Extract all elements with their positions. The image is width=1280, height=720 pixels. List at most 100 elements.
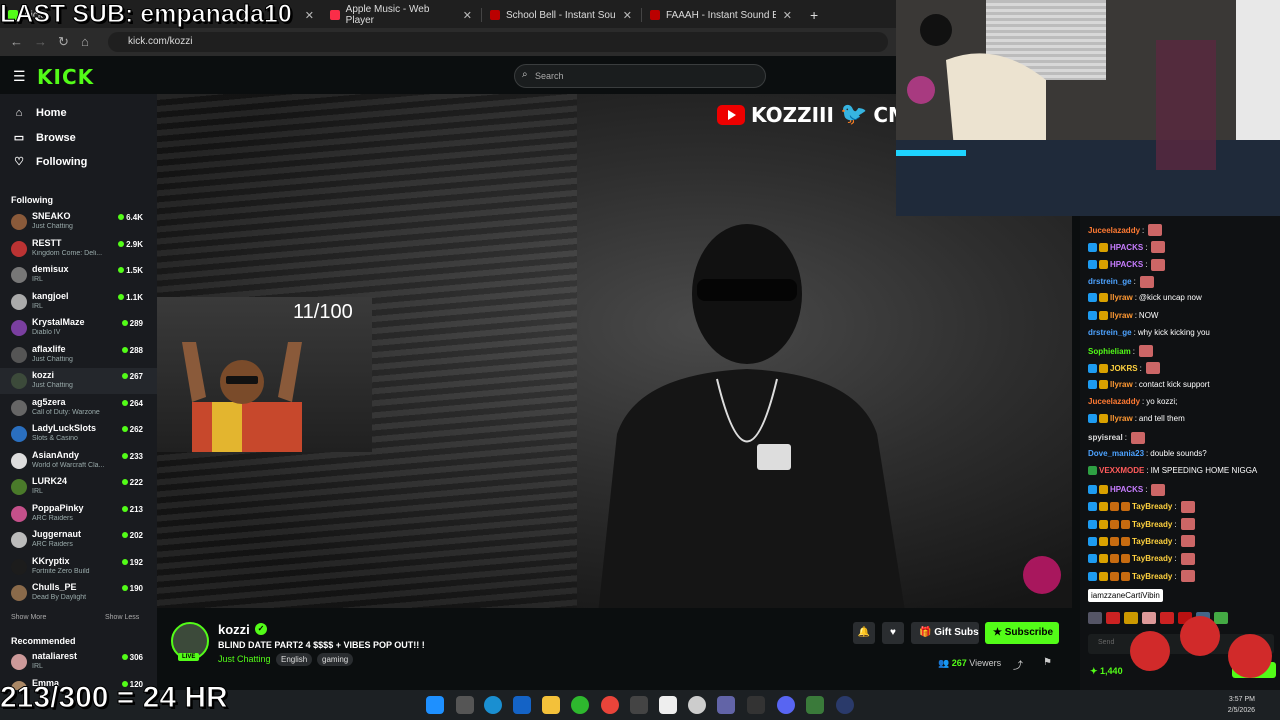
streamer-name[interactable]: kozzi [218,622,250,637]
follow-heart-button[interactable]: ♥ [882,622,904,644]
chat-username[interactable]: Juceelazaddy [1088,397,1140,406]
chat-username[interactable]: TayBready [1132,520,1172,529]
chat-username[interactable]: HPACKS [1110,243,1143,252]
chat-separator: : [1132,346,1135,356]
sidebar-channel-ladyluckslots[interactable]: LadyLuckSlots Slots & Casino 262 [0,421,157,447]
sidebar-channel-sneako[interactable]: SNEAKO Just Chatting 6.4K [0,209,157,235]
tag-english[interactable]: English [276,653,313,666]
outlook-icon[interactable] [513,696,531,714]
nav-home[interactable]: ⌂ Home [12,107,67,119]
tab-faaah[interactable]: FAAAH - Instant Sound Effect B ✕ [642,4,800,26]
sidebar-channel-aflaxlife[interactable]: aflaxlife Just Chatting 288 [0,342,157,368]
chat-username[interactable]: TayBready [1132,537,1172,546]
chat-username[interactable]: TayBready [1132,502,1172,511]
chat-username[interactable]: drstrein_ge [1088,277,1132,286]
sidebar-channel-krystalmaze[interactable]: KrystalMaze Diablo IV 289 [0,315,157,341]
new-tab-button[interactable]: + [802,4,822,26]
sidebar-channel-kangjoel[interactable]: kangjoel IRL 1.1K [0,289,157,315]
chat-username[interactable]: llyraw [1110,414,1133,423]
start-icon[interactable] [426,696,444,714]
system-clock[interactable]: 3:57 PM 2/5/2026 [1217,694,1255,716]
sidebar-channel-asianandy[interactable]: AsianAndy World of Warcraft Cla... 233 [0,448,157,474]
chat-username[interactable]: llyraw [1110,311,1133,320]
search-placeholder: Search [535,71,564,81]
xbox-icon[interactable] [571,696,589,714]
show-more-link[interactable]: Show More [11,614,46,621]
close-icon[interactable]: ✕ [783,9,792,22]
badge-icon [1088,571,1097,581]
chat-separator: : [1145,260,1148,270]
channel-viewers: 233 [121,452,143,461]
chat-username[interactable]: HPACKS [1110,485,1143,494]
task-view-icon[interactable] [456,696,474,714]
chat-username[interactable]: Juceelazaddy [1088,226,1140,235]
badge-icon [1099,536,1108,546]
chat-username[interactable]: spyisreal [1088,433,1123,442]
badge-icon [1088,466,1097,476]
stream-category[interactable]: Just Chatting [218,654,271,664]
search-input[interactable]: ⌕ Search [514,64,766,88]
chat-username[interactable]: TayBready [1132,572,1172,581]
channel-name: LadyLuckSlots [32,423,97,433]
channel-name: aflaxlife [32,343,66,354]
subscribe-button[interactable]: ★ Subscribe [985,622,1059,644]
notification-bell-button[interactable]: 🔔 [853,622,875,644]
sidebar-channel-lurk24[interactable]: LURK24 IRL 222 [0,474,157,500]
chat-username[interactable]: Dove_mania23 [1088,449,1144,458]
home-icon[interactable]: ⌂ [81,34,89,49]
chat-username[interactable]: HPACKS [1110,260,1143,269]
show-less-link[interactable]: Show Less [105,614,139,621]
nav-following[interactable]: ♡ Following [12,155,87,169]
report-flag-icon[interactable]: ⚑ [1043,657,1052,668]
tab-apple-music[interactable]: Apple Music - Web Player ✕ [322,4,480,26]
settings-icon[interactable] [630,696,648,714]
channel-points[interactable]: ✦ 1,440 [1090,666,1123,677]
reload-icon[interactable]: ↻ [58,34,69,50]
channel-viewers: 267 [121,372,143,381]
close-icon[interactable]: ✕ [305,9,314,22]
gift-subs-button[interactable]: 🎁 Gift Subs [911,622,979,644]
sidebar-channel-chulls_pe[interactable]: Chulls_PE Dead By Daylight 190 [0,580,157,606]
sidebar-channel-kkryptix[interactable]: KKryptix Fortnite Zero Build 192 [0,554,157,580]
webcam-room-feed [896,0,1280,216]
close-icon[interactable]: ✕ [463,9,472,22]
obs-icon[interactable] [836,696,854,714]
explorer-icon[interactable] [542,696,560,714]
edge-icon[interactable] [484,696,502,714]
sidebar-channel-restt[interactable]: RESTT Kingdom Come: Deli... 2.9K [0,236,157,262]
app-icon[interactable] [806,696,824,714]
sidebar-channel-kozzi[interactable]: kozzi Just Chatting 267 [0,368,157,394]
back-arrow-icon[interactable]: ← [10,34,23,49]
chat-username[interactable]: JOKRS [1110,364,1138,373]
emote-icon[interactable] [1106,612,1120,624]
close-icon[interactable]: ✕ [623,9,632,22]
app-icon[interactable] [688,696,706,714]
menu-icon[interactable]: ☰ [13,68,26,85]
chat-username[interactable]: Sophieliam [1088,347,1131,356]
sidebar-channel-demisux[interactable]: demisux IRL 1.5K [0,262,157,288]
tag-gaming[interactable]: gaming [317,653,354,666]
nav-browse[interactable]: ▭ Browse [12,131,76,145]
app-icon[interactable] [747,696,765,714]
sub-goal-overlay: 213/300 = 24 HR [0,681,228,715]
chat-username[interactable]: drstrein_ge [1088,328,1132,337]
share-icon[interactable]: ⤴ [1013,657,1023,672]
forward-arrow-icon[interactable]: → [34,34,47,49]
emote-icon[interactable] [1088,612,1102,624]
teams-icon[interactable] [717,696,735,714]
chat-username[interactable]: VEXXMODE [1099,466,1144,475]
chrome-icon[interactable] [601,696,619,714]
badge-icon [1088,502,1097,512]
kick-logo[interactable]: KICK [37,65,94,89]
chat-username[interactable]: llyraw [1110,380,1133,389]
store-icon[interactable] [659,696,677,714]
sidebar-channel-juggernaut[interactable]: Juggernaut ARC Raiders 202 [0,527,157,553]
chat-username[interactable]: TayBready [1132,554,1172,563]
tab-school-bell[interactable]: School Bell - Instant Sound Effe ✕ [482,4,640,26]
discord-icon[interactable] [777,696,795,714]
sidebar-channel-ag5zera[interactable]: ag5zera Call of Duty: Warzone 264 [0,395,157,421]
sidebar-channel-nataliarest[interactable]: nataliarest IRL 306 [0,649,157,675]
sidebar-channel-poppapinky[interactable]: PoppaPinky ARC Raiders 213 [0,501,157,527]
url-field[interactable]: kick.com/kozzi [108,32,888,52]
chat-username[interactable]: llyraw [1110,293,1133,302]
